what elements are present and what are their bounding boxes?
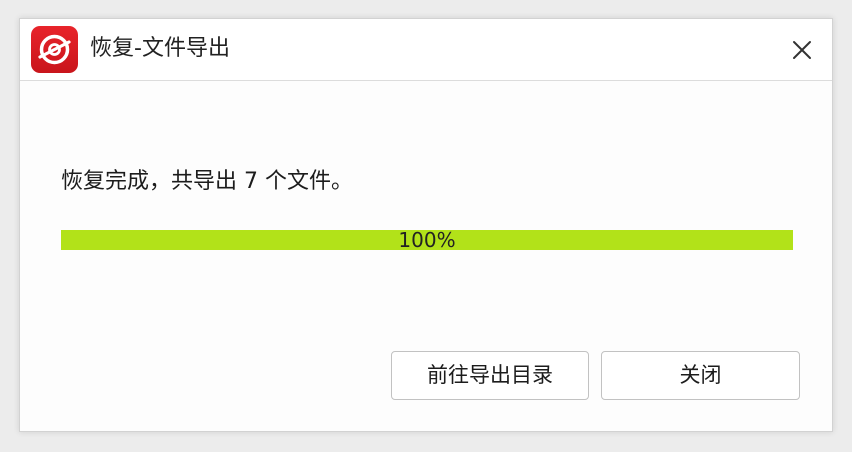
close-icon[interactable] — [785, 33, 819, 67]
title-bar: 恢复-文件导出 — [20, 19, 832, 81]
dialog-title: 恢复-文件导出 — [90, 36, 230, 61]
open-export-folder-button[interactable]: 前往导出目录 — [391, 351, 589, 400]
status-message: 恢复完成，共导出 7 个文件。 — [61, 169, 353, 194]
progress-label: 100% — [398, 230, 456, 250]
progress-bar: 100% — [61, 230, 793, 250]
recovery-app-icon — [31, 26, 78, 73]
close-button[interactable]: 关闭 — [601, 351, 800, 400]
export-dialog: 恢复-文件导出 恢复完成，共导出 7 个文件。 100% 前往导出目录 关闭 — [19, 18, 833, 432]
